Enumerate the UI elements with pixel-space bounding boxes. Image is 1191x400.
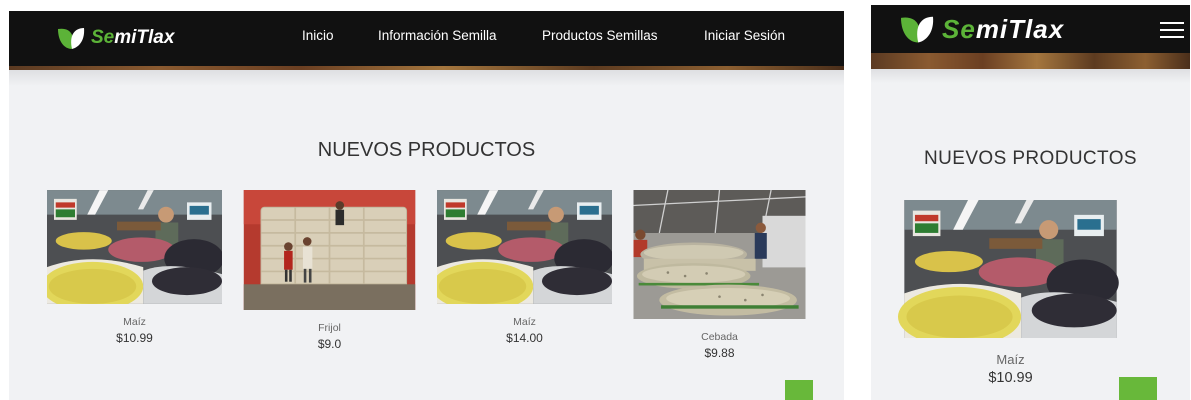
product-name: Frijol (318, 322, 341, 334)
product-card[interactable]: Maíz $10.99 (884, 200, 1137, 386)
hero-shadow (871, 69, 1190, 83)
nav-inicio[interactable]: Inicio (302, 28, 334, 43)
brand-name-part1: Se (942, 13, 976, 44)
product-name: Maíz (513, 316, 536, 328)
hamburger-menu-icon[interactable] (1160, 22, 1184, 38)
nav-iniciar-sesion[interactable]: Iniciar Sesión (704, 28, 785, 43)
leaf-logo-icon (58, 28, 85, 49)
product-name: Maíz (123, 316, 146, 328)
mobile-view: Se miTlax NUEVOS PRODUCTOS Maíz $10.99 (871, 5, 1190, 400)
section-title: NUEVOS PRODUCTOS (317, 139, 536, 161)
product-card[interactable]: Cebada $9.88 (632, 190, 807, 360)
section-title: NUEVOS PRODUCTOS (924, 148, 1137, 169)
top-navbar: Se miTlax (871, 5, 1190, 53)
brand-name: Se miTlax (91, 27, 174, 49)
product-image[interactable] (437, 190, 612, 304)
product-image[interactable] (884, 200, 1137, 338)
brand-logo[interactable]: Se miTlax (56, 25, 174, 51)
product-price: $10.99 (988, 370, 1033, 386)
product-price: $10.99 (116, 331, 153, 345)
top-navbar: Se miTlax Inicio Información Semilla Prod… (9, 11, 844, 66)
nav-productos-semillas[interactable]: Productos Semillas (542, 28, 658, 43)
product-image[interactable] (47, 190, 222, 304)
scroll-to-top-button[interactable] (785, 380, 813, 400)
brand-name-part2: miTlax (975, 13, 1065, 44)
product-card[interactable]: Maíz $10.99 (47, 190, 222, 345)
product-price: $9.0 (317, 337, 342, 351)
brand-name: Se miTlax (942, 14, 1064, 45)
desktop-view: Se miTlax Inicio Información Semilla Prod… (9, 11, 844, 400)
product-card[interactable]: Maíz $14.00 (437, 190, 612, 345)
product-price: $9.88 (704, 346, 735, 360)
product-card[interactable]: Frijol $9.0 (242, 190, 417, 351)
hero-shadow (9, 70, 844, 86)
scroll-to-top-button[interactable] (1119, 377, 1157, 400)
product-name: Maíz (996, 352, 1025, 367)
brand-logo[interactable]: Se miTlax (898, 13, 1064, 45)
product-image[interactable] (632, 190, 807, 319)
product-price: $14.00 (506, 331, 543, 345)
hero-image-strip (871, 53, 1190, 69)
product-image[interactable] (242, 190, 417, 310)
brand-name-part1: Se (91, 27, 115, 48)
brand-name-part2: miTlax (114, 27, 175, 48)
leaf-logo-icon (901, 16, 934, 43)
nav-informacion-semilla[interactable]: Información Semilla (378, 28, 497, 43)
product-name: Cebada (701, 331, 738, 343)
